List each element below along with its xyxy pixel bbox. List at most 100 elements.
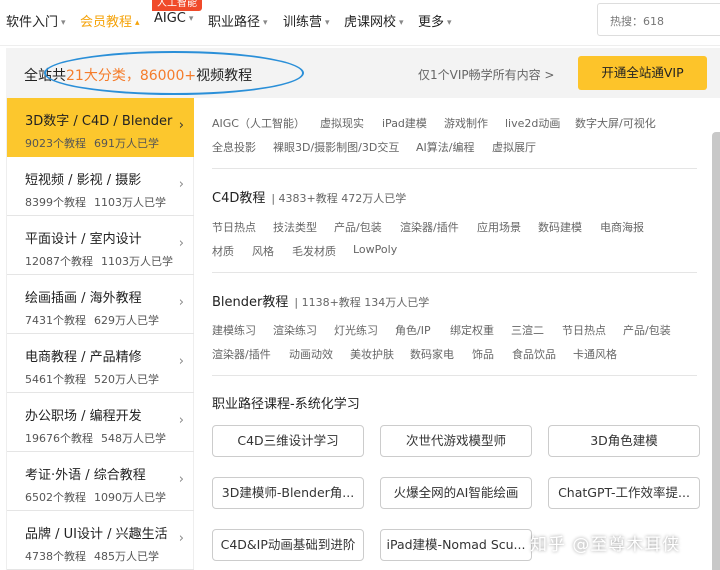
chevron-down-icon: ▾ (263, 18, 268, 28)
vip-promo-link[interactable]: 仅1个VIP畅学所有内容 > (418, 66, 555, 83)
chevron-right-icon: › (178, 472, 184, 487)
career-card[interactable]: C4D&IP动画基础到进阶 (212, 529, 364, 561)
tag-link[interactable]: 美妆护肤 (350, 346, 394, 362)
tag-link[interactable]: 风格 (252, 243, 274, 259)
category-item-office[interactable]: 办公职场 / 编程开发 19676个教程 548万人已学 › (7, 393, 194, 452)
category-title: 短视频 / 影视 / 摄影 (25, 173, 142, 188)
tag-link[interactable]: 游戏制作 (444, 115, 488, 131)
tag-link[interactable]: 产品/包装 (334, 219, 382, 235)
course-count: 19676个教程 (25, 432, 93, 445)
nav-item-career[interactable]: 职业路径 ▾ (208, 11, 268, 30)
tag-link[interactable]: AIGC（人工智能） (212, 115, 305, 131)
category-item-video[interactable]: 短视频 / 影视 / 摄影 8399个教程 1103万人已学 › (7, 157, 194, 216)
nav-label: 会员教程 (80, 15, 133, 30)
scrollbar[interactable] (712, 132, 720, 570)
nav-item-software[interactable]: 软件入门 ▾ (6, 11, 66, 30)
hot-search-input[interactable]: 热搜：618 (597, 3, 720, 36)
category-item-brand[interactable]: 品牌 / UI设计 / 兴趣生活 4738个教程 485万人已学 › (7, 511, 194, 570)
chevron-down-icon: ▾ (325, 18, 330, 28)
tag-link[interactable]: 裸眼3D/摄影制图/3D交互 (273, 139, 399, 155)
section-stats: | 4383+教程 472万人已学 (271, 192, 407, 205)
chevron-right-icon: › (178, 531, 184, 546)
career-card[interactable]: C4D三维设计学习 (212, 425, 364, 457)
career-card[interactable]: 3D角色建模 (548, 425, 700, 457)
watermark: 知乎 @至尊木耳侠 (530, 535, 681, 555)
tag-link[interactable]: 材质 (212, 243, 234, 259)
career-card[interactable]: 火爆全网的AI智能绘画 (380, 477, 532, 509)
category-content-panel: AIGC（人工智能） 虚拟现实 iPad建模 游戏制作 live2d动画 数字大… (212, 98, 702, 570)
tag-link[interactable]: 渲染练习 (273, 322, 317, 338)
tag-link[interactable]: 灯光练习 (334, 322, 378, 338)
tag-link[interactable]: 节日热点 (212, 219, 256, 235)
tag-link[interactable]: 卡通风格 (573, 346, 617, 362)
course-count: 12087个教程 (25, 255, 93, 268)
learner-count: 1103万人已学 (94, 196, 166, 209)
nav-label: 训练营 (283, 15, 323, 30)
tag-link[interactable]: AI算法/编程 (416, 139, 474, 155)
nav-item-camp[interactable]: 训练营 ▾ (283, 11, 330, 30)
open-vip-button[interactable]: 开通全站通VIP (578, 56, 707, 90)
nav-label: 职业路径 (208, 15, 261, 30)
tag-link[interactable]: 应用场景 (477, 219, 521, 235)
tag-link[interactable]: 动画动效 (289, 346, 333, 362)
section-title-text: Blender教程 (212, 295, 289, 310)
tag-link[interactable]: 产品/包装 (623, 322, 671, 338)
category-stats: 5461个教程 520万人已学 (25, 371, 194, 387)
chevron-down-icon: ▾ (399, 18, 404, 28)
nav-item-school[interactable]: 虎课网校 ▾ (344, 11, 404, 30)
category-item-graphic[interactable]: 平面设计 / 室内设计 12087个教程 1103万人已学 › (7, 216, 194, 275)
aigc-badge: 人工智能 (152, 0, 202, 11)
learner-count: 1103万人已学 (101, 255, 173, 268)
tag-link[interactable]: 节日热点 (562, 322, 606, 338)
tag-link[interactable]: 饰品 (472, 346, 494, 362)
tag-link[interactable]: 渲染器/插件 (212, 346, 271, 362)
category-title: 考证·外语 / 综合教程 (25, 468, 146, 483)
category-title: 平面设计 / 室内设计 (25, 232, 142, 247)
nav-item-aigc[interactable]: AIGC ▾ (154, 11, 193, 26)
chevron-right-icon: › (178, 177, 184, 192)
category-stats: 19676个教程 548万人已学 (25, 430, 194, 446)
section-title-blender[interactable]: Blender教程 | 1138+教程 134万人已学 (212, 291, 429, 310)
tag-link[interactable]: LowPoly (353, 243, 397, 256)
tag-link[interactable]: 数码家电 (410, 346, 454, 362)
tag-link[interactable]: 绑定权重 (450, 322, 494, 338)
tag-link[interactable]: 毛发材质 (292, 243, 336, 259)
category-stats: 8399个教程 1103万人已学 (25, 194, 194, 210)
tag-link[interactable]: 数字大屏/可视化 (575, 115, 656, 131)
tag-link[interactable]: 技法类型 (273, 219, 317, 235)
learner-count: 691万人已学 (94, 137, 159, 150)
nav-item-more[interactable]: 更多 ▾ (418, 11, 452, 30)
tag-link[interactable]: iPad建模 (382, 115, 427, 131)
category-item-exam[interactable]: 考证·外语 / 综合教程 6502个教程 1090万人已学 › (7, 452, 194, 511)
category-stats: 9023个教程 691万人已学 (25, 135, 194, 151)
section-stats: | 1138+教程 134万人已学 (294, 296, 430, 309)
section-title-c4d[interactable]: C4D教程 | 4383+教程 472万人已学 (212, 187, 406, 206)
tag-link[interactable]: 虚拟现实 (320, 115, 364, 131)
section-title-career: 职业路径课程-系统化学习 (212, 397, 360, 412)
career-card[interactable]: ChatGPT-工作效率提... (548, 477, 700, 509)
tag-link[interactable]: 建模练习 (212, 322, 256, 338)
category-sidebar: 3D数字 / C4D / Blender 9023个教程 691万人已学 › 短视… (6, 98, 194, 570)
chevron-right-icon: › (178, 236, 184, 251)
tag-link[interactable]: 角色/IP (395, 322, 431, 338)
career-card[interactable]: 次世代游戏模型师 (380, 425, 532, 457)
category-item-painting[interactable]: 绘画插画 / 海外教程 7431个教程 629万人已学 › (7, 275, 194, 334)
tag-link[interactable]: 电商海报 (600, 219, 644, 235)
tag-link[interactable]: live2d动画 (505, 115, 560, 131)
career-card[interactable]: iPad建模-Nomad Scu... (380, 529, 532, 561)
chevron-down-icon: ▾ (61, 18, 66, 28)
career-card[interactable]: 3D建模师-Blender角... (212, 477, 364, 509)
category-title: 办公职场 / 编程开发 (25, 409, 142, 424)
tag-link[interactable]: 渲染器/插件 (400, 219, 459, 235)
tag-link[interactable]: 数码建模 (538, 219, 582, 235)
course-count: 6502个教程 (25, 491, 86, 504)
tag-link[interactable]: 全息投影 (212, 139, 256, 155)
category-item-ecommerce[interactable]: 电商教程 / 产品精修 5461个教程 520万人已学 › (7, 334, 194, 393)
category-item-3d[interactable]: 3D数字 / C4D / Blender 9023个教程 691万人已学 › (7, 98, 194, 157)
tag-link[interactable]: 三渲二 (511, 322, 544, 338)
tag-link[interactable]: 虚拟展厅 (492, 139, 536, 155)
tag-link[interactable]: 食品饮品 (512, 346, 556, 362)
category-title: 品牌 / UI设计 / 兴趣生活 (25, 527, 168, 542)
nav-item-member[interactable]: 会员教程 ▴ (80, 11, 140, 30)
nav-label: 更多 (418, 15, 445, 30)
